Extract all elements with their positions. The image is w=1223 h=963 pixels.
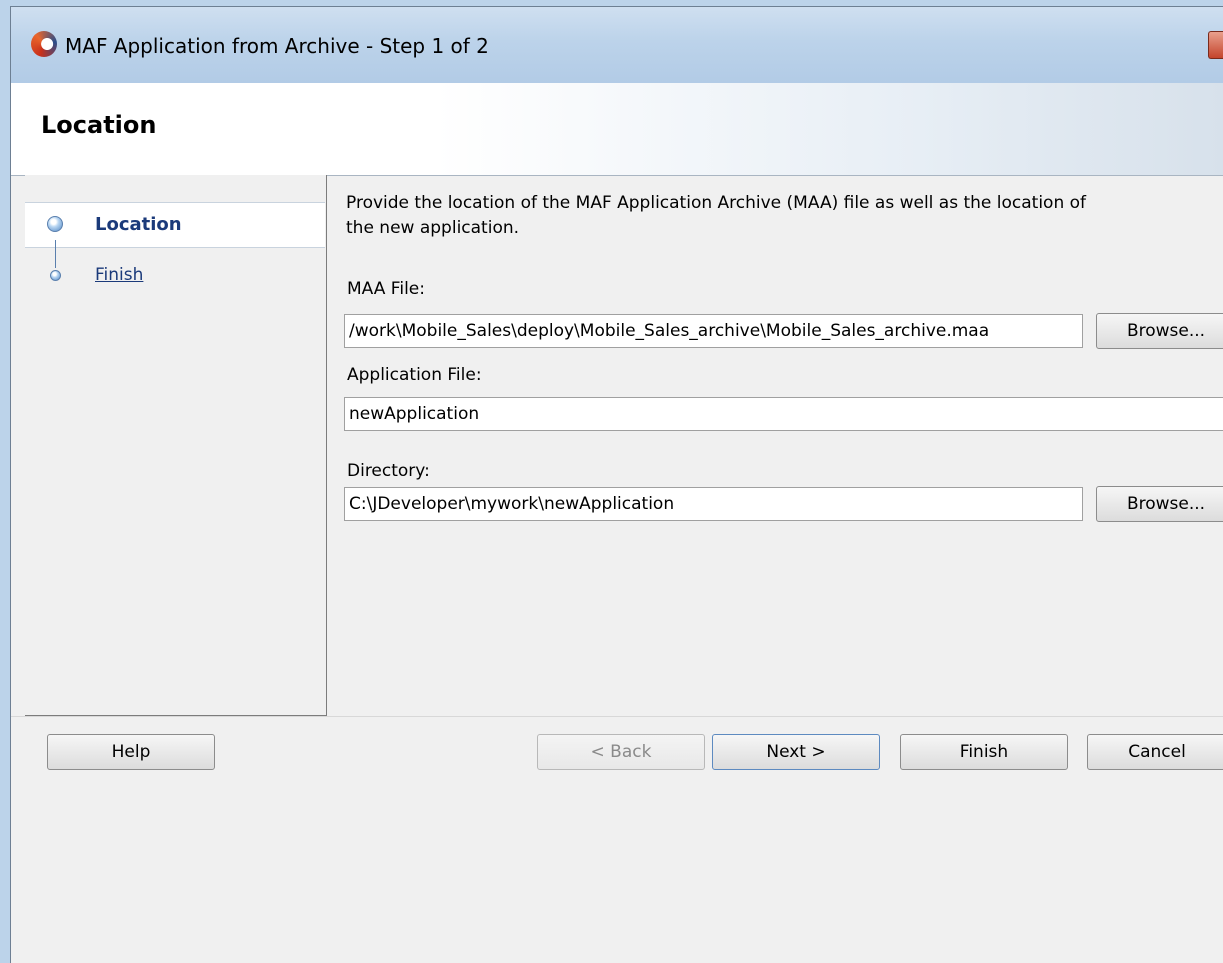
nav-item-label: Location: [95, 214, 182, 235]
jdeveloper-app-icon: [31, 31, 57, 57]
maa-browse-button[interactable]: Browse...: [1096, 313, 1223, 349]
current-step-icon: [47, 216, 63, 232]
finish-button[interactable]: Finish: [900, 734, 1068, 770]
wizard-content: Provide the location of the MAF Applicat…: [344, 175, 1223, 716]
title-bar[interactable]: MAF Application from Archive - Step 1 of…: [11, 7, 1223, 83]
nav-item-label[interactable]: Finish: [95, 265, 143, 285]
application-file-input[interactable]: newApplication: [344, 397, 1223, 431]
step-icon: [50, 270, 61, 281]
page-title: Location: [41, 111, 157, 139]
close-button[interactable]: [1208, 31, 1223, 59]
directory-label: Directory:: [347, 461, 430, 481]
wizard-header: Location: [11, 83, 1223, 176]
footer-divider: [11, 716, 1223, 717]
nav-item-finish[interactable]: Finish: [25, 254, 325, 298]
cancel-button[interactable]: Cancel: [1087, 734, 1223, 770]
back-button[interactable]: < Back: [537, 734, 705, 770]
directory-browse-button[interactable]: Browse...: [1096, 486, 1223, 522]
application-file-label: Application File:: [347, 365, 482, 385]
wizard-step-navigator: Location Finish: [25, 175, 327, 716]
maa-file-label: MAA File:: [347, 279, 425, 299]
nav-item-location[interactable]: Location: [25, 202, 325, 248]
maa-file-input[interactable]: /work\Mobile_Sales\deploy\Mobile_Sales_a…: [344, 314, 1083, 348]
instructions-text: Provide the location of the MAF Applicat…: [346, 193, 1087, 238]
help-button[interactable]: Help: [47, 734, 215, 770]
directory-input[interactable]: C:\JDeveloper\mywork\newApplication: [344, 487, 1083, 521]
next-button[interactable]: Next >: [712, 734, 880, 770]
dialog-window: MAF Application from Archive - Step 1 of…: [10, 6, 1223, 963]
window-title: MAF Application from Archive - Step 1 of…: [65, 34, 489, 58]
